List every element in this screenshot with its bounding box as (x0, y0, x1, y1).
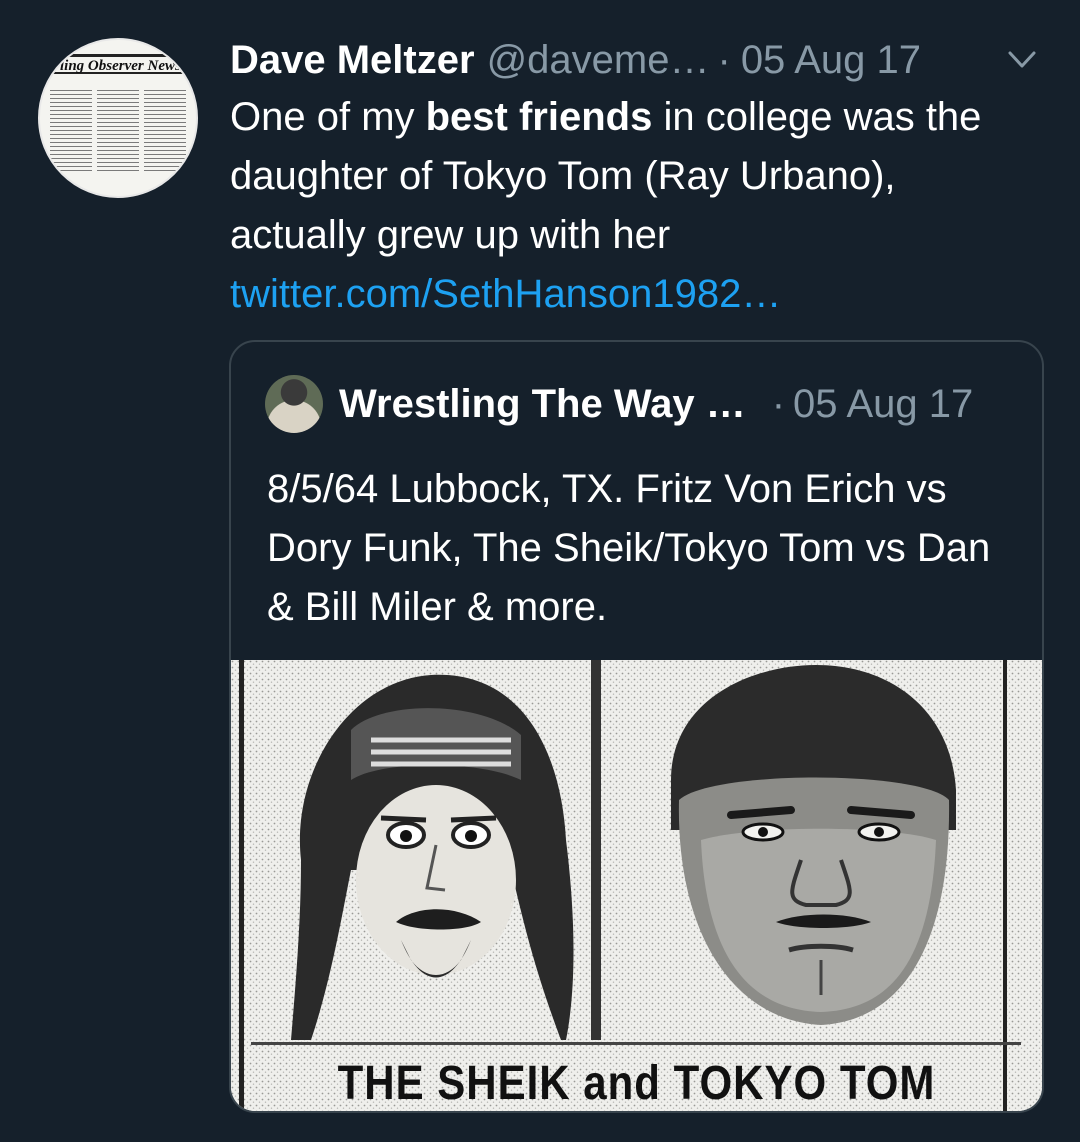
quoted-tweet-card[interactable]: Wrestling The Way … · 05 Aug 17 8/5/64 L… (229, 340, 1044, 1113)
tweet[interactable]: ling Observer News Dave Meltzer @daveme…… (0, 0, 1080, 1142)
tweet-text-bold: best friends (425, 95, 653, 139)
avatar-masthead: ling Observer News (52, 54, 196, 74)
author-name[interactable]: Dave Meltzer (230, 32, 475, 88)
tweet-link[interactable]: twitter.com/SethHanson1982… (230, 272, 781, 316)
quoted-separator-dot: · (771, 381, 786, 426)
quoted-author-avatar[interactable] (265, 375, 323, 433)
tweet-header: Dave Meltzer @daveme… · 05 Aug 17 (230, 32, 1050, 88)
image-caption: THE SHEIK and TOKYO TOM (337, 1055, 936, 1110)
separator-dot: · (717, 38, 731, 82)
tweet-text: One of my best friends in college was th… (230, 88, 1030, 324)
quoted-tweet-date[interactable]: 05 Aug 17 (793, 382, 973, 427)
newspaper-photo (231, 660, 1042, 1111)
author-avatar[interactable]: ling Observer News (38, 38, 198, 198)
quoted-tweet-header: Wrestling The Way … · 05 Aug 17 (265, 372, 1012, 436)
tweet-text-pre: One of my (230, 95, 426, 139)
quoted-tweet-image[interactable]: THE SHEIK and TOKYO TOM (231, 660, 1042, 1111)
chevron-down-icon[interactable] (1002, 40, 1042, 80)
author-handle[interactable]: @daveme… (487, 32, 710, 88)
quoted-author-name[interactable]: Wrestling The Way … (339, 382, 746, 427)
tweet-date[interactable]: 05 Aug 17 (741, 32, 921, 88)
avatar-newspaper-columns (50, 90, 186, 174)
quoted-tweet-text: 8/5/64 Lubbock, TX. Fritz Von Erich vs D… (267, 467, 991, 629)
